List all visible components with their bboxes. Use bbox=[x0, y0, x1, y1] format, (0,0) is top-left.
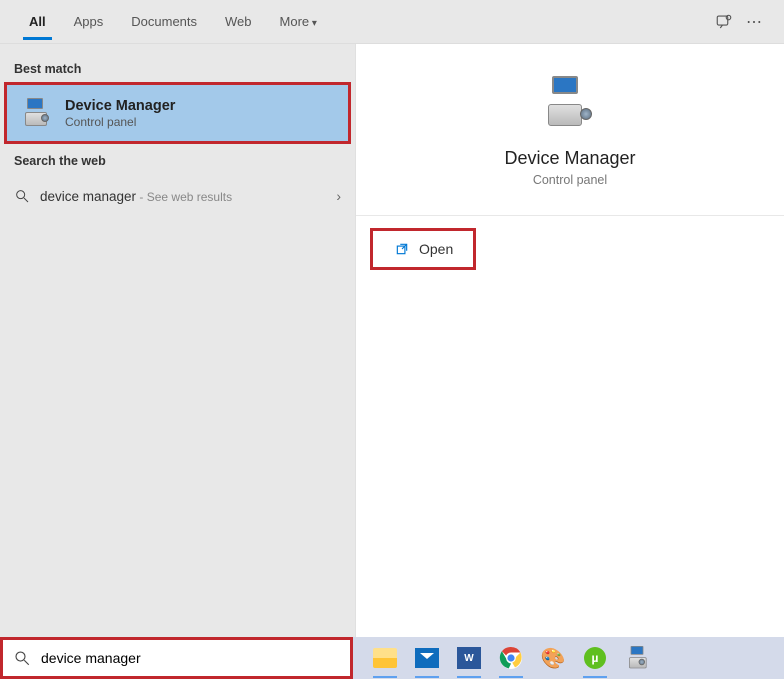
search-box[interactable] bbox=[0, 637, 353, 679]
detail-subtitle: Control panel bbox=[533, 173, 607, 187]
device-manager-icon bbox=[21, 97, 53, 129]
divider bbox=[356, 215, 784, 216]
open-icon bbox=[395, 241, 409, 257]
detail-pane: Device Manager Control panel Open bbox=[355, 44, 784, 637]
feedback-icon[interactable] bbox=[709, 7, 739, 37]
open-label: Open bbox=[419, 241, 453, 257]
web-result-text: device manager - See web results bbox=[40, 189, 232, 204]
tab-web[interactable]: Web bbox=[211, 4, 266, 39]
taskbar-utorrent-icon[interactable]: µ bbox=[581, 644, 609, 672]
detail-title: Device Manager bbox=[504, 148, 635, 169]
taskbar-mail-icon[interactable] bbox=[413, 644, 441, 672]
taskbar: W 🎨 µ bbox=[353, 637, 784, 679]
tab-documents[interactable]: Documents bbox=[117, 4, 211, 39]
open-button[interactable]: Open bbox=[370, 228, 476, 270]
best-match-device-manager[interactable]: Device Manager Control panel bbox=[4, 82, 351, 144]
taskbar-file-explorer-icon[interactable] bbox=[371, 644, 399, 672]
taskbar-chrome-icon[interactable] bbox=[497, 644, 525, 672]
web-result-item[interactable]: device manager - See web results › bbox=[0, 178, 355, 214]
chevron-right-icon: › bbox=[336, 188, 341, 204]
bottom-bar: W 🎨 µ bbox=[0, 637, 784, 679]
search-input[interactable] bbox=[41, 650, 340, 666]
more-options-icon[interactable]: ⋯ bbox=[739, 7, 769, 37]
device-manager-large-icon bbox=[542, 74, 598, 130]
tab-more[interactable]: More bbox=[266, 4, 331, 39]
palette-icon: 🎨 bbox=[541, 646, 566, 671]
search-web-header: Search the web bbox=[0, 144, 355, 174]
results-pane: Best match Device Manager Control panel … bbox=[0, 44, 355, 637]
tab-all[interactable]: All bbox=[15, 4, 60, 39]
taskbar-paint-icon[interactable]: 🎨 bbox=[539, 644, 567, 672]
search-icon bbox=[14, 188, 30, 204]
best-match-header: Best match bbox=[0, 52, 355, 82]
taskbar-device-manager-icon[interactable] bbox=[623, 644, 651, 672]
taskbar-word-icon[interactable]: W bbox=[455, 644, 483, 672]
search-icon bbox=[13, 649, 31, 667]
search-filter-tabs: All Apps Documents Web More ⋯ bbox=[0, 0, 784, 44]
best-match-title: Device Manager bbox=[65, 98, 175, 114]
tab-apps[interactable]: Apps bbox=[60, 4, 118, 39]
best-match-subtitle: Control panel bbox=[65, 115, 175, 129]
